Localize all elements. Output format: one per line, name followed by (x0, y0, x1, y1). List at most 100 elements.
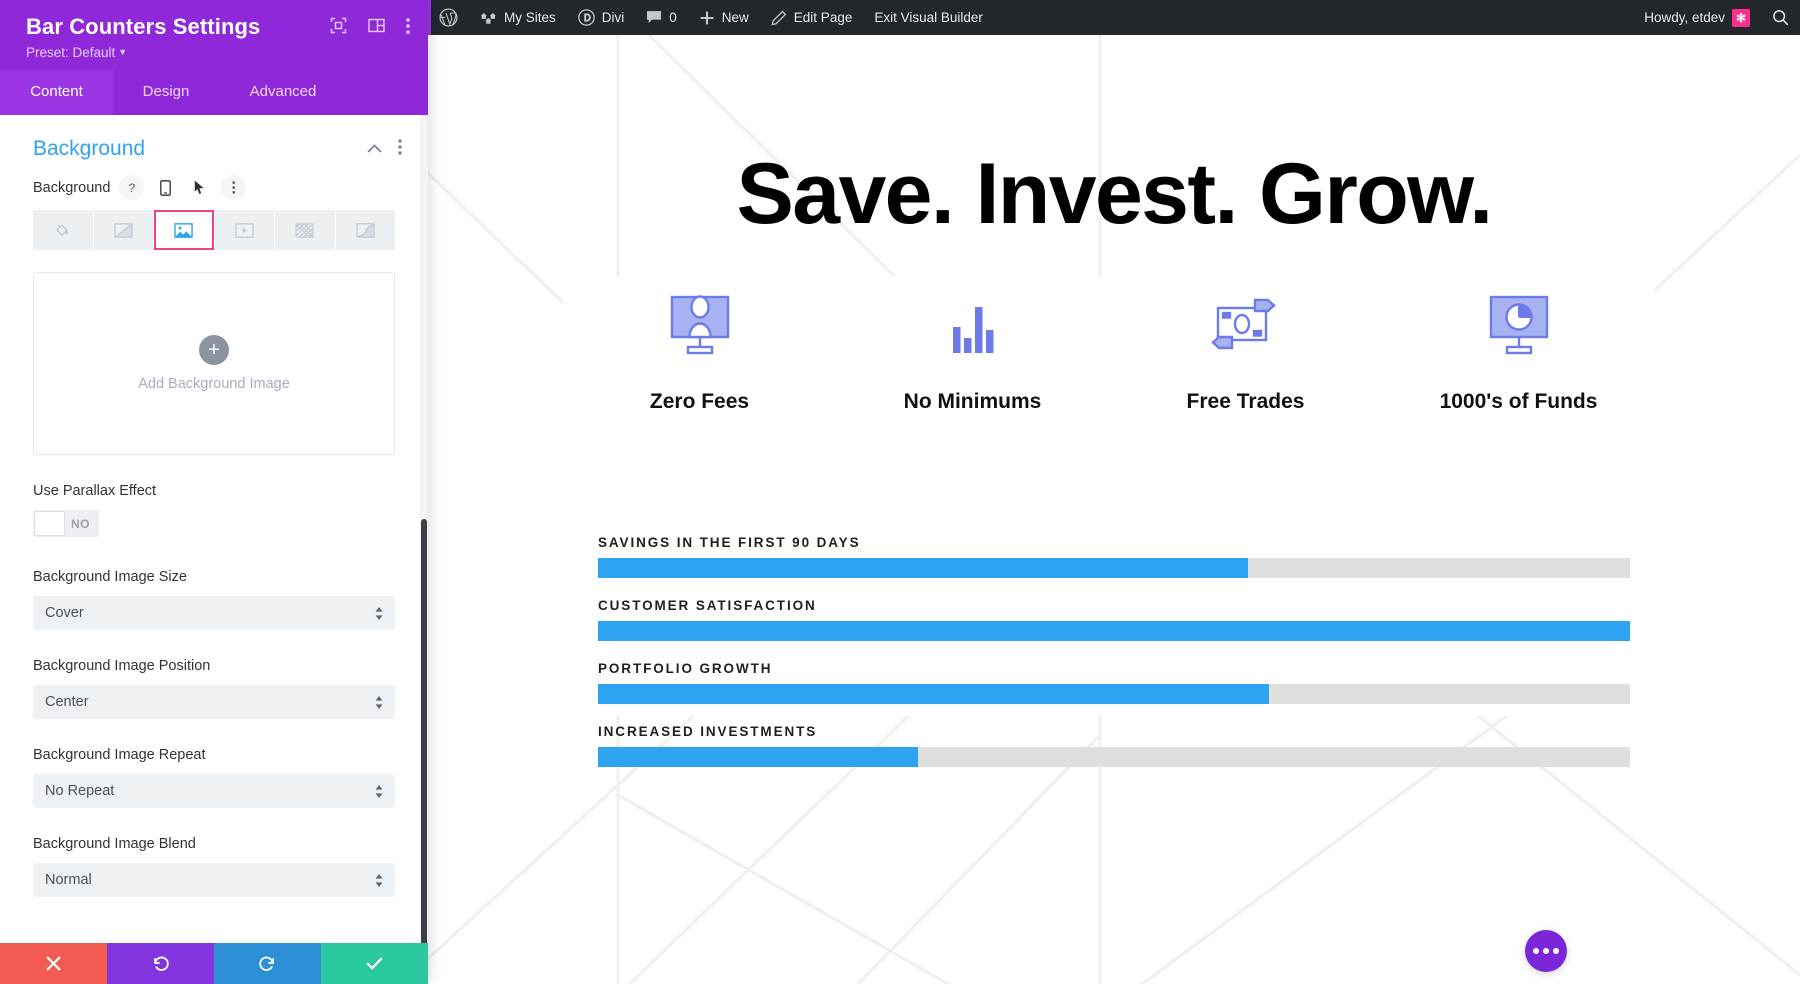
redo-button[interactable] (214, 943, 321, 984)
divi-icon (577, 9, 595, 26)
background-image-blend-select[interactable]: Normal (33, 863, 395, 898)
edit-page-button[interactable]: Edit Page (760, 0, 864, 35)
monitor-person-icon (585, 290, 815, 360)
feature-label: Free Trades (1186, 390, 1305, 413)
avatar: ✻ (1732, 8, 1750, 27)
panel-scroll-area: Background Background ? + Add Background… (0, 115, 428, 943)
tab-advanced[interactable]: Advanced (219, 70, 347, 115)
panel-footer (0, 943, 428, 984)
help-icon[interactable]: ? (119, 175, 145, 201)
scrollbar-thumb[interactable] (421, 519, 427, 943)
background-mask-tab[interactable] (335, 210, 395, 251)
comment-icon (646, 10, 662, 25)
redo-icon (259, 956, 274, 971)
pencil-icon (771, 10, 787, 26)
background-field-label: Background (33, 179, 111, 196)
bar-counter-track (598, 747, 1630, 767)
search-button[interactable] (1761, 0, 1800, 35)
focus-icon[interactable] (330, 17, 347, 34)
bar-counter-track (598, 684, 1630, 704)
background-image-size-select[interactable]: Cover (33, 596, 395, 631)
check-icon (366, 957, 383, 970)
wordpress-logo-button[interactable] (428, 0, 469, 35)
background-section-header: Background (0, 115, 428, 175)
background-color-tab[interactable] (33, 210, 93, 251)
background-image-position-select[interactable]: Center (33, 685, 395, 720)
bar-counter-title: INCREASED INVESTMENTS (598, 724, 818, 739)
undo-button[interactable] (107, 943, 214, 984)
toggle-knob (34, 511, 65, 537)
feature-free-trades: Free Trades (1131, 290, 1361, 414)
background-gradient-tab[interactable] (93, 210, 153, 251)
tab-content[interactable]: Content (0, 70, 113, 116)
bar-counter-item: PORTFOLIO GROWTH (598, 661, 1630, 704)
exit-visual-builder-button[interactable]: Exit Visual Builder (863, 0, 994, 35)
bar-counter-title: CUSTOMER SATISFACTION (598, 598, 817, 613)
howdy-menu[interactable]: Howdy, etdev ✻ (1633, 0, 1761, 35)
settings-panel-header: Bar Counters Settings Preset: Default ▼ (0, 0, 428, 71)
bar-counter-fill (598, 558, 1249, 578)
background-image-position-label: Background Image Position (33, 658, 211, 675)
background-image-position-field: Background Image Position Center (0, 658, 428, 720)
background-pattern-tab[interactable] (275, 210, 335, 251)
background-more-vertical-icon[interactable] (221, 175, 247, 201)
toggle-value: NO (71, 516, 90, 531)
money-transfer-icon (1131, 290, 1361, 360)
mobile-icon[interactable] (153, 175, 178, 200)
cancel-button[interactable] (0, 943, 107, 984)
use-parallax-effect-label: Use Parallax Effect (33, 483, 157, 500)
comments-menu[interactable]: 0 (635, 0, 688, 35)
bar-chart-icon (858, 290, 1088, 360)
divi-page-settings-button[interactable] (1525, 930, 1567, 972)
save-button[interactable] (321, 943, 428, 984)
chevron-up-icon[interactable] (367, 140, 382, 158)
bar-counter-fill (598, 621, 1630, 641)
plus-icon: + (199, 335, 229, 366)
search-icon (1772, 9, 1789, 26)
panel-scrollbar[interactable] (420, 115, 428, 943)
divi-menu[interactable]: Divi (567, 0, 636, 35)
background-image-blend-value: Normal (45, 872, 92, 889)
new-menu[interactable]: New (688, 0, 760, 35)
howdy-label: Howdy, etdev (1644, 10, 1725, 25)
feature-list: Zero Fees No Minimums Free Trades 1000's… (563, 290, 1655, 414)
bar-counter-track (598, 621, 1630, 641)
bar-counter-item: INCREASED INVESTMENTS (598, 724, 1630, 767)
monitor-pie-chart-icon (1404, 290, 1634, 360)
layout-columns-icon[interactable] (368, 18, 385, 33)
panel-body: Background Background ? + Add Background… (0, 115, 428, 943)
bar-counters-settings-panel: Bar Counters Settings Preset: Default▼ (0, 0, 428, 984)
stepper-arrows-icon (375, 606, 383, 620)
feature-thousands-of-funds: 1000's of Funds (1404, 290, 1634, 414)
my-sites-menu[interactable]: My Sites (469, 0, 567, 35)
background-image-tab[interactable] (154, 210, 214, 251)
edit-page-label: Edit Page (793, 10, 853, 25)
preset-selector[interactable]: Preset: Default ▼ (26, 45, 408, 60)
background-image-repeat-value: No Repeat (45, 783, 115, 800)
background-image-repeat-label: Background Image Repeat (33, 747, 206, 764)
wordpress-admin-bar: My Sites Divi 0 New Edit Page Exit Visua… (428, 0, 1800, 35)
background-video-tab[interactable] (214, 210, 274, 251)
new-label: New (721, 10, 749, 25)
add-background-image-dropzone[interactable]: + Add Background Image (33, 272, 395, 456)
cursor-icon[interactable] (187, 175, 212, 200)
bar-counter-title: PORTFOLIO GROWTH (598, 661, 773, 676)
close-icon (46, 956, 61, 971)
background-image-repeat-select[interactable]: No Repeat (33, 774, 395, 809)
bar-counters: SAVINGS IN THE FIRST 90 DAYS CUSTOMER SA… (598, 535, 1630, 787)
background-image-blend-label: Background Image Blend (33, 836, 196, 853)
feature-zero-fees: Zero Fees (585, 290, 815, 414)
bar-counter-track (598, 558, 1630, 578)
comments-count: 0 (669, 10, 677, 25)
section-more-vertical-icon[interactable] (398, 139, 402, 160)
dropzone-label: Add Background Image (138, 376, 290, 393)
use-parallax-effect-toggle[interactable]: NO (33, 510, 99, 538)
page-canvas: Save. Invest. Grow. Zero Fees No Minimum… (428, 35, 1800, 984)
tab-design[interactable]: Design (113, 70, 219, 115)
more-vertical-icon[interactable] (406, 17, 410, 34)
bar-counter-item: CUSTOMER SATISFACTION (598, 598, 1630, 641)
bar-counter-item: SAVINGS IN THE FIRST 90 DAYS (598, 535, 1630, 578)
feature-label: 1000's of Funds (1439, 390, 1598, 413)
exit-visual-builder-label: Exit Visual Builder (874, 10, 983, 25)
panel-tabs: Content Design Advanced (0, 70, 428, 116)
